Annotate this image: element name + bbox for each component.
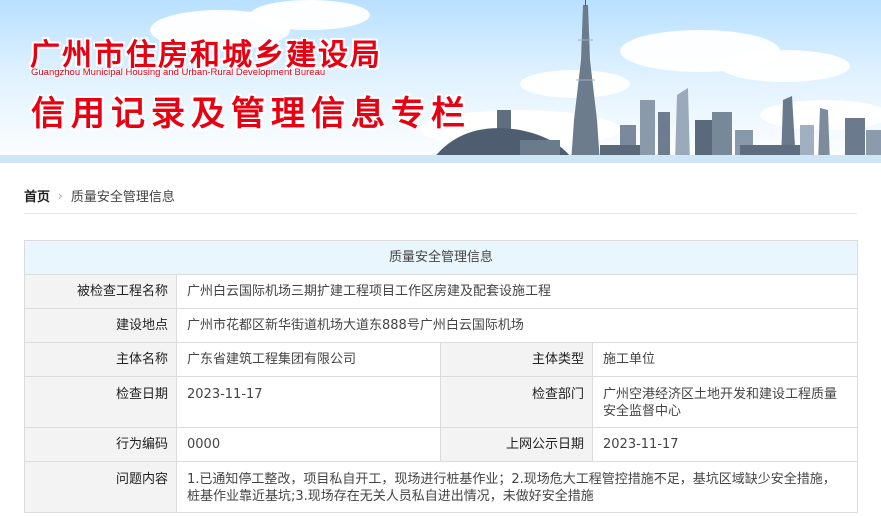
location-label: 建设地点 <box>24 308 177 343</box>
site-title-english: Guangzhou Municipal Housing and Urban-Ru… <box>31 67 326 78</box>
entity-type-label: 主体类型 <box>440 342 593 377</box>
city-skyline-illustration <box>0 0 881 163</box>
publish-date-label: 上网公示日期 <box>440 427 593 462</box>
check-date-value: 2023-11-17 <box>176 376 441 428</box>
behavior-code-label: 行为编码 <box>24 427 177 462</box>
column-subtitle: 信用记录及管理信息专栏 <box>31 94 471 134</box>
chevron-right-icon: › <box>58 188 63 203</box>
entity-name-value: 广东省建筑工程集团有限公司 <box>176 342 441 377</box>
check-date-label: 检查日期 <box>24 376 177 428</box>
quality-safety-info-table: 质量安全管理信息 被检查工程名称 广州白云国际机场三期扩建工程项目工作区房建及配… <box>23 240 859 513</box>
table-header: 质量安全管理信息 <box>23 240 859 275</box>
location-value: 广州市花都区新华街道机场大道东888号广州白云国际机场 <box>175 308 859 343</box>
breadcrumb-home-link[interactable]: 首页 <box>24 186 50 205</box>
project-name-label: 被检查工程名称 <box>24 274 177 309</box>
entity-type-value: 施工单位 <box>591 342 859 377</box>
breadcrumb-current: 质量安全管理信息 <box>70 190 175 205</box>
check-dept-label: 检查部门 <box>440 376 593 428</box>
entity-name-label: 主体名称 <box>24 342 177 377</box>
check-dept-value: 广州空港经济区土地开发和建设工程质量安全监督中心 <box>591 376 859 428</box>
project-name-value: 广州白云国际机场三期扩建工程项目工作区房建及配套设施工程 <box>175 274 859 309</box>
breadcrumb: 首页 › 质量安全管理信息 <box>24 178 857 214</box>
header-banner: 广州市住房和城乡建设局 Guangzhou Municipal Housing … <box>0 0 881 163</box>
issue-label: 问题内容 <box>24 461 177 513</box>
behavior-code-value: 0000 <box>176 427 441 462</box>
publish-date-value: 2023-11-17 <box>591 427 859 462</box>
issue-value: 1.已通知停工整改，项目私自开工，现场进行桩基作业；2.现场危大工程管控措施不足… <box>175 461 859 513</box>
